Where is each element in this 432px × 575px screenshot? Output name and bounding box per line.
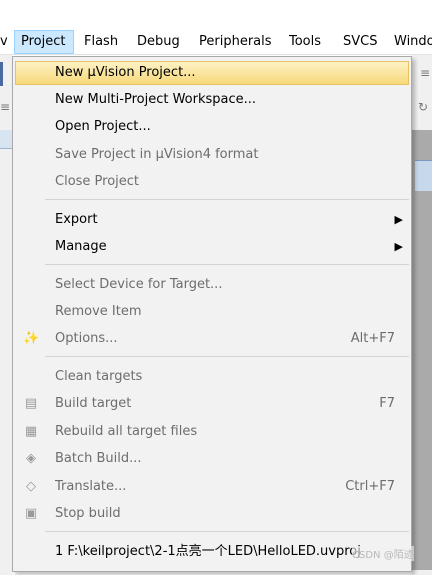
menu-separator bbox=[45, 531, 409, 532]
chevron-right-icon: ▶ bbox=[394, 240, 403, 253]
menu-item-recent-project[interactable]: 1 F:\keilproject\2-1点亮一个LED\HelloLED.uvp… bbox=[15, 540, 409, 564]
menu-item-label: Export bbox=[55, 212, 98, 227]
menu-item-label: Remove Item bbox=[55, 304, 142, 319]
menu-peripherals[interactable]: Peripherals bbox=[199, 30, 272, 54]
menu-view[interactable]: v bbox=[0, 30, 8, 54]
editor-tab-fragment bbox=[415, 160, 432, 191]
menu-item-batch-build[interactable]: ◈ Batch Build... bbox=[15, 447, 409, 471]
menu-item-open-project[interactable]: Open Project... bbox=[15, 115, 409, 139]
batch-build-icon: ◈ bbox=[26, 451, 36, 466]
menu-item-clean-targets[interactable]: Clean targets bbox=[15, 365, 409, 389]
menu-item-close-project[interactable]: Close Project bbox=[15, 170, 409, 194]
menu-flash[interactable]: Flash bbox=[84, 30, 118, 54]
menu-svcs[interactable]: SVCS bbox=[343, 30, 377, 54]
menu-item-rebuild-all[interactable]: ▦ Rebuild all target files bbox=[15, 420, 409, 444]
menu-item-build-target[interactable]: ▤ Build target F7 bbox=[15, 392, 409, 416]
menu-item-shortcut: Ctrl+F7 bbox=[345, 479, 395, 494]
menu-item-translate[interactable]: ◇ Translate... Ctrl+F7 bbox=[15, 475, 409, 499]
menu-window[interactable]: Windo bbox=[394, 30, 432, 54]
menu-item-label: Close Project bbox=[55, 174, 140, 189]
menu-item-select-device[interactable]: Select Device for Target... bbox=[15, 273, 409, 297]
menu-item-label: New µVision Project... bbox=[55, 65, 196, 80]
stop-build-icon: ▣ bbox=[24, 506, 38, 521]
menu-item-save-v4[interactable]: Save Project in µVision4 format bbox=[15, 143, 409, 167]
menu-item-label: 1 F:\keilproject\2-1点亮一个LED\HelloLED.uvp… bbox=[55, 544, 361, 559]
menu-item-manage[interactable]: Manage ▶ bbox=[15, 235, 409, 259]
menu-item-shortcut: F7 bbox=[379, 396, 395, 411]
menu-item-label: Options... bbox=[55, 331, 118, 346]
build-target-icon: ▤ bbox=[24, 396, 38, 411]
translate-icon: ◇ bbox=[26, 479, 36, 494]
menu-tools[interactable]: Tools bbox=[289, 30, 321, 54]
chevron-right-icon: ▶ bbox=[394, 213, 403, 226]
menu-item-new-workspace[interactable]: New Multi-Project Workspace... bbox=[15, 88, 409, 112]
menu-item-options[interactable]: ✨ Options... Alt+F7 bbox=[15, 327, 409, 351]
menu-item-label: Translate... bbox=[55, 479, 127, 494]
editor-right-area bbox=[412, 130, 432, 570]
menu-project[interactable]: Project bbox=[14, 30, 74, 54]
toolbar-fragment-icon: ≡ bbox=[420, 66, 431, 80]
project-menu-dropdown: New µVision Project... New Multi-Project… bbox=[12, 56, 412, 572]
toolbar-left-marker bbox=[0, 62, 3, 86]
menu-item-label: Manage bbox=[55, 239, 107, 254]
magic-wand-icon: ✨ bbox=[23, 331, 40, 346]
rebuild-icon: ▦ bbox=[24, 424, 38, 439]
menu-separator bbox=[45, 199, 409, 200]
menu-item-label: Open Project... bbox=[55, 119, 151, 134]
menu-item-export[interactable]: Export ▶ bbox=[15, 208, 409, 232]
menu-item-label: Batch Build... bbox=[55, 451, 142, 466]
watermark: CSDN @陌迹 bbox=[352, 546, 414, 561]
menu-item-label: New Multi-Project Workspace... bbox=[55, 92, 257, 107]
menu-bar: v Project Flash Debug Peripherals Tools … bbox=[0, 30, 432, 55]
menu-separator bbox=[45, 356, 409, 357]
menu-item-label: Clean targets bbox=[55, 369, 143, 384]
menu-item-new-project[interactable]: New µVision Project... bbox=[15, 61, 409, 85]
menu-item-label: Rebuild all target files bbox=[55, 424, 198, 439]
toolbar-fragment-icon: ≡ bbox=[0, 100, 11, 114]
menu-item-remove-item[interactable]: Remove Item bbox=[15, 300, 409, 324]
menu-item-shortcut: Alt+F7 bbox=[350, 331, 395, 346]
menu-item-label: Build target bbox=[55, 396, 132, 411]
menu-item-label: Stop build bbox=[55, 506, 121, 521]
menu-item-label: Save Project in µVision4 format bbox=[55, 147, 259, 162]
menu-separator bbox=[45, 264, 409, 265]
menu-item-label: Select Device for Target... bbox=[55, 277, 223, 292]
menu-item-stop-build[interactable]: ▣ Stop build bbox=[15, 502, 409, 526]
toolbar-fragment-icon: ↻ bbox=[418, 100, 429, 114]
menu-debug[interactable]: Debug bbox=[137, 30, 180, 54]
